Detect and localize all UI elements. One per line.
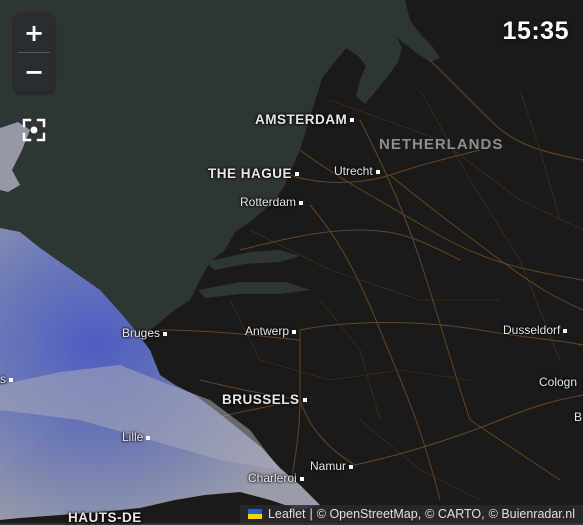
city-label-rotterdam: Rotterdam [240, 195, 304, 209]
locate-button[interactable] [20, 116, 48, 144]
buienradar-link[interactable]: © Buienradar.nl [489, 507, 575, 521]
leaflet-link[interactable]: Leaflet [268, 507, 306, 521]
attribution-separator: | [309, 507, 313, 521]
map-attribution: Leaflet | © OpenStreetMap, © CARTO, © Bu… [239, 505, 583, 523]
map-canvas[interactable] [0, 0, 583, 523]
locate-icon [22, 118, 46, 142]
city-label-the-hague: THE HAGUE [208, 166, 300, 181]
carto-link[interactable]: © CARTO, [425, 507, 484, 521]
city-label-cologne: Cologn [539, 375, 578, 389]
city-label-lille: Lille [122, 430, 151, 444]
city-label-dusseldorf: Dusseldorf [503, 323, 568, 337]
country-label-netherlands: NETHERLANDS [379, 136, 504, 153]
city-label-bruges: Bruges [122, 326, 168, 340]
city-label-edge-b: B [574, 410, 583, 424]
city-label-brussels: BRUSSELS [222, 392, 307, 407]
city-label-utrecht: Utrecht [334, 164, 380, 178]
city-label-charleroi: Charleroi [248, 471, 304, 485]
radar-time-label: 15:35 [502, 17, 569, 45]
city-label-edge-s: s [0, 372, 13, 386]
ukraine-flag-icon [247, 509, 262, 519]
openstreetmap-link[interactable]: © OpenStreetMap, [317, 507, 421, 521]
zoom-out-button[interactable]: − [14, 53, 54, 91]
map-tiles [0, 0, 583, 523]
city-label-antwerp: Antwerp [245, 324, 297, 338]
zoom-control: + − [14, 14, 54, 92]
city-label-namur: Namur [310, 459, 354, 473]
city-label-amsterdam: AMSTERDAM [255, 112, 355, 127]
zoom-in-button[interactable]: + [14, 14, 54, 52]
